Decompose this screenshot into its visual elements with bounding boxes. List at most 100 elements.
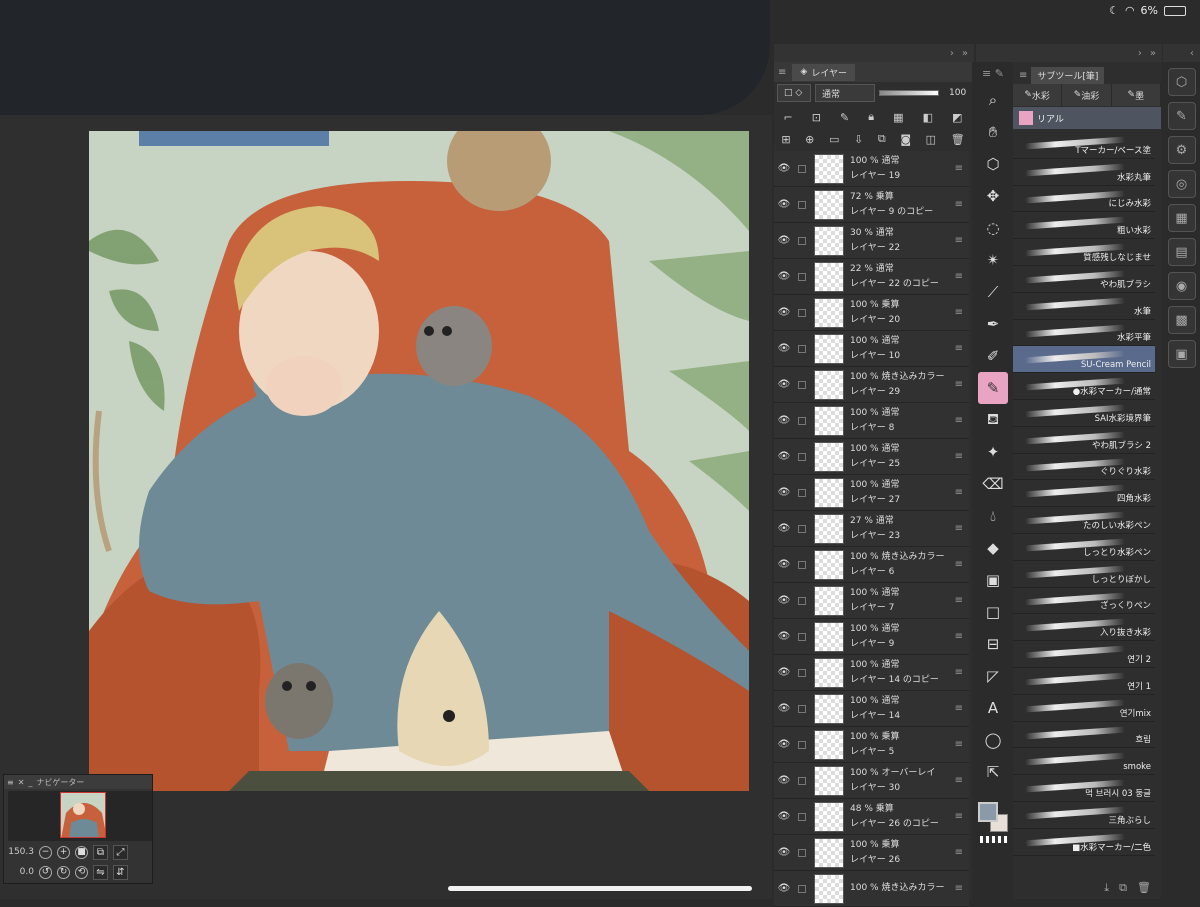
- brush-item[interactable]: ■水彩マーカー/二色: [1013, 828, 1155, 856]
- brush-item[interactable]: にじみ水彩: [1013, 185, 1155, 213]
- reset-rotation-button[interactable]: ⟲: [75, 865, 88, 879]
- layer-checkbox[interactable]: [798, 812, 806, 821]
- layer-checkbox[interactable]: [798, 848, 806, 857]
- new-vector-layer-icon[interactable]: ⊕: [805, 133, 814, 146]
- eye-icon[interactable]: 👁︎: [774, 811, 794, 822]
- download-icon[interactable]: ⤓: [1104, 881, 1109, 895]
- menu-icon[interactable]: ≡: [1019, 70, 1027, 81]
- eye-icon[interactable]: 👁︎: [774, 451, 794, 462]
- eye-icon[interactable]: 👁︎: [774, 703, 794, 714]
- category-watercolor[interactable]: ✎ 水彩: [1013, 84, 1063, 106]
- brush-item[interactable]: 흐림: [1013, 721, 1155, 749]
- drag-handle-icon[interactable]: ≡: [955, 847, 963, 858]
- drag-handle-icon[interactable]: ≡: [955, 667, 963, 678]
- category-ink[interactable]: ✎ 墨: [1112, 84, 1161, 106]
- blend-mode-dropdown[interactable]: 通常: [815, 84, 875, 102]
- layer-checkbox[interactable]: [798, 308, 806, 317]
- layer-checkbox[interactable]: [798, 560, 806, 569]
- layer-row[interactable]: 👁︎ 100 % 通常 レイヤー 14 ≡: [774, 691, 969, 727]
- layer-row[interactable]: 👁︎ 48 % 乗算 レイヤー 26 のコピー ≡: [774, 799, 969, 835]
- brush-item[interactable]: ざっくりペン: [1013, 587, 1155, 615]
- apply-mask-icon[interactable]: ◫: [926, 133, 936, 146]
- layer-checkbox[interactable]: [798, 272, 806, 281]
- drag-handle-icon[interactable]: ≡: [955, 487, 963, 498]
- navigator-preview[interactable]: [8, 791, 152, 841]
- layer-row[interactable]: 👁︎ 100 % 通常 レイヤー 19 ≡: [774, 151, 969, 187]
- eye-icon[interactable]: 👁︎: [774, 667, 794, 678]
- balloon-tool[interactable]: ◯: [978, 724, 1008, 756]
- lock-transparency-icon[interactable]: ▦: [893, 111, 903, 124]
- intermediate-color-icon[interactable]: ◉: [1167, 272, 1196, 300]
- layer-row[interactable]: 👁︎ 22 % 通常 レイヤー 22 のコピー ≡: [774, 259, 969, 295]
- drag-handle-icon[interactable]: ≡: [955, 595, 963, 606]
- eye-icon[interactable]: 👁︎: [774, 523, 794, 534]
- minimize-icon[interactable]: _: [28, 778, 32, 787]
- lock-icon[interactable]: 🔒︎: [868, 110, 874, 124]
- flip-vertical-button[interactable]: ⇵: [113, 864, 128, 880]
- layer-checkbox[interactable]: [798, 776, 806, 785]
- move-tool[interactable]: ✥: [978, 180, 1008, 212]
- eye-icon[interactable]: 👁︎: [774, 235, 794, 246]
- rotate-left-button[interactable]: ↺: [39, 865, 52, 879]
- brush-item[interactable]: 三角ぶらし: [1013, 801, 1155, 829]
- layer-checkbox[interactable]: [798, 704, 806, 713]
- drag-handle-icon[interactable]: ≡: [955, 775, 963, 786]
- trash-icon[interactable]: 🗑︎: [1137, 881, 1151, 894]
- fullscreen-button[interactable]: ⤢: [113, 844, 128, 860]
- layer-row[interactable]: 👁︎ 100 % 通常 レイヤー 8 ≡: [774, 403, 969, 439]
- layer-row[interactable]: 👁︎ 100 % 焼き込みカラー レイヤー 29 ≡: [774, 367, 969, 403]
- opacity-slider[interactable]: [879, 90, 939, 96]
- new-folder-icon[interactable]: ▭: [829, 133, 839, 146]
- layer-checkbox[interactable]: [798, 380, 806, 389]
- brush-item[interactable]: ●水彩マーカー/通常: [1013, 373, 1155, 400]
- eye-icon[interactable]: 👁︎: [774, 199, 794, 210]
- brush-item[interactable]: 연기mix: [1013, 694, 1155, 722]
- eye-icon[interactable]: 👁︎: [774, 487, 794, 498]
- fit-window-button[interactable]: ⧉: [93, 844, 108, 860]
- layer-row[interactable]: 👁︎ 100 % 乗算 レイヤー 26 ≡: [774, 835, 969, 871]
- airbrush-tool[interactable]: ⛾: [978, 404, 1008, 436]
- eye-icon[interactable]: 👁︎: [774, 271, 794, 282]
- brush-item[interactable]: 먹 브러시 03 둥글: [1013, 775, 1155, 802]
- layer-row[interactable]: 👁︎ 100 % 通常 レイヤー 14 のコピー ≡: [774, 655, 969, 691]
- transparent-color-swatch[interactable]: [980, 836, 1008, 843]
- drag-handle-icon[interactable]: ≡: [955, 235, 963, 246]
- layer-row[interactable]: 👁︎ 27 % 通常 レイヤー 23 ≡: [774, 511, 969, 547]
- drag-handle-icon[interactable]: ≡: [955, 739, 963, 750]
- pencil-tool[interactable]: ✐: [978, 340, 1008, 372]
- frame-tool[interactable]: ⊟: [978, 628, 1008, 660]
- layer-row[interactable]: 👁︎ 100 % 通常 レイヤー 10 ≡: [774, 331, 969, 367]
- color-set-icon[interactable]: ▦: [1167, 204, 1196, 232]
- fill-tool[interactable]: ◆: [978, 532, 1008, 564]
- brush-item[interactable]: smoke: [1013, 748, 1155, 776]
- brush-item[interactable]: 粗い水彩: [1013, 212, 1155, 240]
- trash-icon[interactable]: 🗑︎: [951, 133, 965, 146]
- reference-icon[interactable]: ⊡: [812, 111, 821, 124]
- zoom-tool[interactable]: ⌕: [978, 84, 1008, 116]
- tab-subtool[interactable]: サブツール[筆]: [1031, 66, 1105, 84]
- menu-icon[interactable]: ≡: [778, 67, 786, 78]
- zoom-out-button[interactable]: −: [39, 845, 52, 859]
- brush-item[interactable]: 水彩丸筆: [1013, 158, 1155, 186]
- eye-icon[interactable]: 👁︎: [774, 883, 794, 894]
- layer-row[interactable]: 👁︎ 30 % 通常 レイヤー 22 ≡: [774, 223, 969, 259]
- hand-tool[interactable]: ✋︎: [978, 116, 1008, 148]
- history-icon[interactable]: ▤: [1167, 238, 1196, 266]
- drag-handle-icon[interactable]: ≡: [955, 343, 963, 354]
- drag-handle-icon[interactable]: ≡: [955, 451, 963, 462]
- layer-row[interactable]: 👁︎ 100 % 通常 レイヤー 9 ≡: [774, 619, 969, 655]
- layer-row[interactable]: 👁︎ 100 % 通常 レイヤー 7 ≡: [774, 583, 969, 619]
- new-raster-layer-icon[interactable]: ⊞: [781, 133, 790, 146]
- subtool-group-selected[interactable]: リアル: [1013, 107, 1161, 129]
- transfer-down-icon[interactable]: ⇩: [854, 133, 863, 146]
- layer-row[interactable]: 👁︎ 100 % 通常 レイヤー 25 ≡: [774, 439, 969, 475]
- drag-handle-icon[interactable]: ≡: [955, 199, 963, 210]
- merge-icon[interactable]: ⧉: [878, 132, 886, 146]
- drag-handle-icon[interactable]: ≡: [955, 271, 963, 282]
- brush-item[interactable]: 연기 1: [1013, 667, 1155, 695]
- brush-item[interactable]: SU-Cream Pencil: [1013, 346, 1155, 374]
- brush-item[interactable]: ぐりぐり水彩: [1013, 453, 1155, 481]
- double-chevron-icon[interactable]: »: [1150, 48, 1156, 59]
- drag-handle-icon[interactable]: ≡: [955, 163, 963, 174]
- layer-row[interactable]: 👁︎ 100 % 焼き込みカラー レイヤー 6 ≡: [774, 547, 969, 583]
